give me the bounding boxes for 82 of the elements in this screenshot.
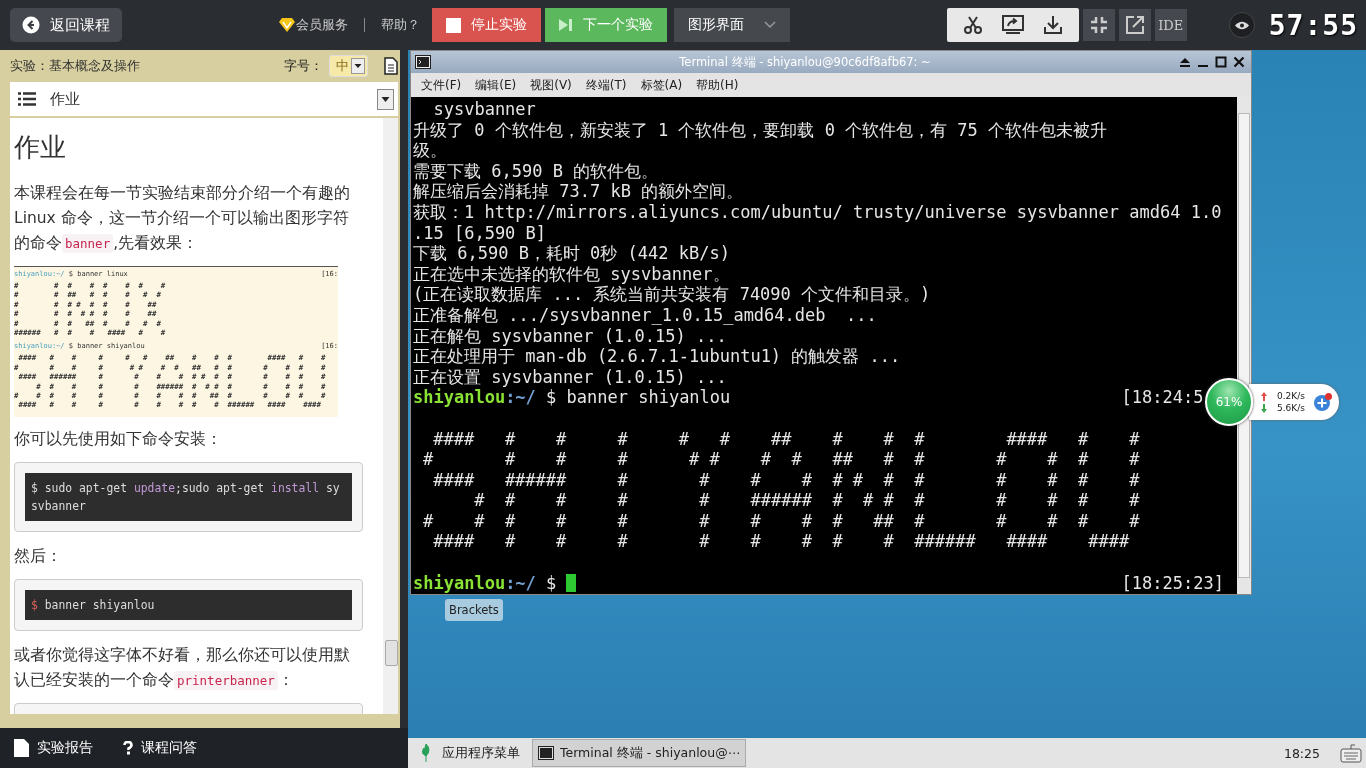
caret-icon [377,88,394,110]
paragraph: 你可以先使用如下命令安装： [14,429,223,450]
compress-icon [1090,17,1107,33]
ide-button[interactable]: IDE [1154,9,1187,41]
scrollbar[interactable] [383,118,398,714]
terminal-output: 级。 [413,140,448,161]
chevron-down-icon [763,21,776,29]
maximize-icon[interactable] [1215,56,1227,68]
menu-item[interactable]: 编辑(E) [475,76,517,94]
timestamp: [18:25:23] [1121,572,1224,594]
terminal-output: 正在处理用于 man-db (2.6.7.1-1ubuntu1) 的触发器 ... [413,346,902,367]
keyboard-icon[interactable] [1340,743,1362,763]
font-size-select[interactable]: 中 [329,55,368,77]
terminal-output: 正准备解包 .../sysvbanner_1.0.15_amd64.deb ... [413,304,878,326]
terminal-output: sysvbanner [432,99,537,120]
menu-item[interactable]: 终端(T) [585,76,627,94]
external-link-icon [1124,15,1145,35]
eye-button[interactable] [1228,12,1255,38]
menu-item[interactable]: 帮助(H) [696,76,739,94]
mode-dropdown[interactable]: 图形界面 [673,8,790,42]
paragraph: 然后： [14,546,63,567]
font-size-label: 字号： [284,57,323,75]
terminal-output: 解压缩后会消耗掉 73.7 kB 的额外空间。 [413,181,745,202]
terminal-icon [415,55,431,69]
countdown-timer: 57:55 [1268,8,1358,42]
prompt-line: shiyanlou:~/ $ [413,572,557,594]
terminal-output: 正在设置 sysvbanner (1.0.15) ... [413,366,728,388]
menu-item[interactable]: 文件(F) [421,76,462,94]
upload-arrow-icon [1261,391,1267,401]
upload-speed: 0.2K/s [1277,391,1305,401]
leaf-icon [420,744,432,762]
download-icon [1042,15,1063,35]
scissors-icon [962,15,983,35]
shade-icon[interactable] [1179,56,1191,68]
menu-item[interactable]: 视图(V) [530,76,572,94]
terminal-output: 下载 6,590 B，耗时 0秒 (442 kB/s) [413,243,731,264]
paragraph: 本课程会在每一节实验结束部分介绍一个有趣的 Linux 命令，这一节介绍一个可以输出图形字符的命令 banner ,先看效果： [14,183,351,255]
footer-tab[interactable]: 课程问答 [123,739,197,757]
document-icon[interactable] [384,57,398,75]
question-mark-icon [123,741,133,755]
terminal-output: 正在选中未选择的软件包 sysvbanner。 [413,263,731,285]
lesson-title: 实验：基本概念及操作 [10,57,141,75]
compress-button[interactable] [1082,9,1115,41]
desktop-icon-label[interactable]: Brackets [445,599,503,621]
section-heading: 作业 [14,131,67,164]
code-text: $ sudo apt-get update;sudo apt-get install sysvbanner [25,473,352,521]
ascii-banner-text: #### # # # # # ## # # # #### # # # # # # # # # # ## # # # # # # #### ###### # # # # # # # # # # # # # # # # # ###### # # # # # # # # # # # # # # # # # ## # # # # # #### # # # # # # # # ###### #### #### [422,428,1141,553]
terminal-output: 正在解包 sysvbanner (1.0.15) ... [413,325,728,347]
timestamp: [18:24:5 [1121,387,1204,408]
help-link[interactable]: 帮助？ [380,16,420,34]
terminal-output: (正在读取数据库 ... 系统当前共安装有 74090 个文件和目录。) [413,284,932,305]
code-text: $ banner shiyanlou [25,590,352,620]
close-icon[interactable] [1233,56,1245,68]
vip-link[interactable]: 会员服务 [278,16,348,34]
back-button[interactable]: 返回课程 [10,8,122,42]
skip-next-icon [558,19,573,31]
section-dropdown[interactable]: 作业 [10,82,398,116]
eye-icon [1234,20,1249,30]
plus-icon[interactable] [1312,392,1333,412]
taskbar-button[interactable]: Terminal 终端 - shiyanlou@⋯ [532,739,747,767]
terminal-output: 升级了 0 个软件包，新安装了 1 个软件包，要卸载 0 个软件包，有 75 个软件包未被升 [413,119,1109,141]
prompt-line: shiyanlou:~/ $ banner shiyanlou [413,387,731,408]
download-arrow-icon [1261,403,1267,413]
download-speed: 5.6K/s [1277,403,1305,413]
external-link-button[interactable] [1118,9,1151,41]
footer-tab[interactable]: 实验报告 [14,739,93,757]
window-title: Terminal 终端 - shiyanlou@90c6df8afb67: ~ [678,54,932,70]
clock: 18:25 [1283,745,1320,761]
paragraph: 或者你觉得这字体不好看，那么你还可以使用默认已经安装的一个命令 printerbanner ： [14,645,351,692]
terminal-icon [538,746,554,760]
stop-icon [445,17,461,33]
diamond-icon [278,18,295,32]
stop-experiment-button[interactable]: 停止实验 [431,8,541,42]
terminal-output: 需要下载 6,590 B 的软件包。 [413,160,660,182]
applications-menu[interactable]: 应用程序菜单 [414,744,526,762]
terminal-output: .15 [6,590 B] [413,222,548,244]
list-icon [18,92,36,106]
document-icon [14,739,29,757]
caret-icon [351,58,365,74]
menu-item[interactable]: 标签(A) [640,76,683,94]
terminal-output: 获取：1 http://mirrors.aliyuncs.com/ubuntu/ trusty/universe sysvbanner amd64 1.0 [413,201,1223,223]
screen-share-icon [1001,15,1024,35]
